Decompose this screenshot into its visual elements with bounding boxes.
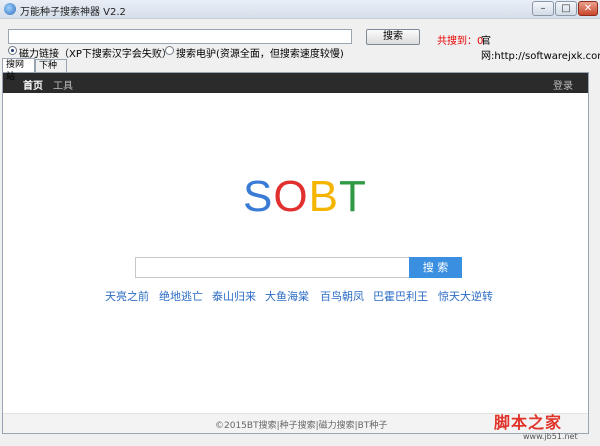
hot-search-link[interactable]: 绝地逃亡 (159, 288, 203, 304)
logo-letter-b: B (308, 172, 339, 221)
sobt-logo: SOBT (243, 172, 367, 222)
search-button[interactable]: 搜索 (366, 29, 420, 45)
radio-ed2k[interactable] (165, 46, 174, 55)
hot-search-link[interactable]: 大鱼海棠 (265, 288, 309, 304)
status-bar (0, 434, 600, 446)
app-icon (4, 3, 16, 15)
official-site-link[interactable]: 官网:http://softwarejxk.com (481, 32, 600, 62)
hot-search-link[interactable]: 百鸟朝凤 (320, 288, 364, 304)
window-title: 万能种子搜索神器 V2.2 (20, 7, 126, 18)
logo-letter-t: T (338, 172, 367, 221)
site-nav-bar: 首页 工具 登录 (3, 73, 588, 93)
hot-search-link[interactable]: 巴霍巴利王 (373, 288, 428, 304)
watermark-logo: 脚本之家 (494, 413, 563, 432)
tab-search-site[interactable]: 搜网站 (2, 58, 35, 82)
site-search-input[interactable] (135, 257, 409, 278)
nav-tools-link[interactable]: 工具 (53, 77, 73, 92)
logo-letter-o: O (273, 172, 309, 221)
site-search-button[interactable]: 搜 索 (409, 257, 462, 278)
web-page-frame: 首页 工具 登录 SOBT 搜 索 天亮之前 绝地逃亡 泰山归来 大鱼海棠 百鸟… (2, 72, 589, 434)
nav-login-link[interactable]: 登录 (553, 77, 573, 92)
hot-search-link[interactable]: 惊天大逆转 (438, 288, 493, 304)
radio-magnet[interactable] (8, 46, 17, 55)
nav-home-link[interactable]: 首页 (23, 77, 43, 92)
hot-search-link[interactable]: 泰山归来 (212, 288, 256, 304)
minimize-button[interactable]: – (532, 1, 554, 16)
close-button[interactable]: ✕ (578, 1, 598, 16)
keyword-input[interactable] (8, 29, 352, 44)
watermark-url: www.jb51.net (523, 432, 578, 441)
footer-text: ©2015BT搜索|种子搜索|磁力搜索|BT种子 (215, 421, 388, 431)
radio-magnet-label[interactable]: 磁力链接（XP下搜索汉字会失败） (19, 45, 172, 60)
maximize-button[interactable]: □ (555, 1, 577, 16)
radio-ed2k-label[interactable]: 搜索电驴(资源全面，但搜索速度较慢) (176, 45, 344, 60)
found-count: 共搜到：0 (437, 36, 484, 47)
logo-letter-s: S (243, 172, 274, 221)
hot-search-link[interactable]: 天亮之前 (105, 288, 149, 304)
tab-download-seed[interactable]: 下种子 (35, 59, 67, 83)
